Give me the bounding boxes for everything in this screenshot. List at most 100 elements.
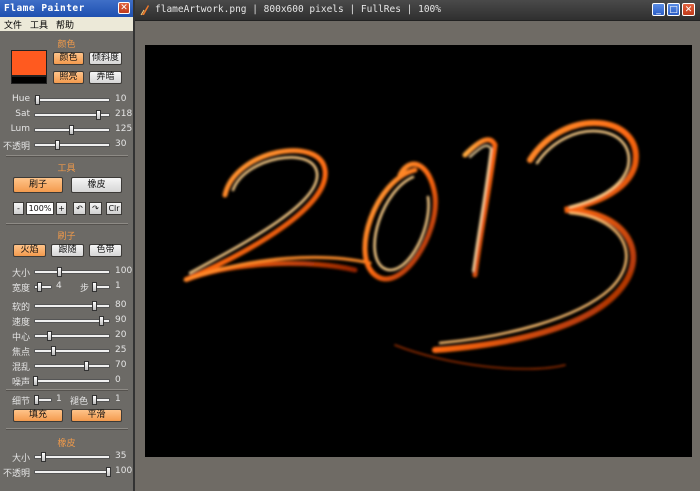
slider-thumb[interactable] (68, 125, 74, 135)
detail-value: 1 (56, 394, 62, 404)
brush-tool-button[interactable]: 刷子 (13, 177, 63, 193)
color-button[interactable]: 颜色 (53, 52, 84, 65)
chaos-slider[interactable] (34, 361, 110, 371)
flame-file-icon (140, 5, 149, 16)
color-swatch[interactable] (11, 50, 47, 76)
sat-slider[interactable] (34, 110, 110, 120)
eraser-opacity-label: 不透明 (2, 469, 30, 479)
maximize-icon[interactable]: □ (667, 3, 680, 16)
slider-thumb[interactable] (47, 331, 53, 341)
noise-label: 噪声 (11, 378, 30, 388)
slider-thumb[interactable] (96, 110, 102, 120)
hue-label: Hue (11, 94, 30, 104)
noise-value: 0 (115, 375, 121, 385)
speed-value: 90 (115, 315, 127, 325)
lum-slider[interactable] (34, 125, 110, 135)
slider-thumb[interactable] (84, 361, 90, 371)
detail-label: 细节 (11, 397, 30, 407)
opacity-slider[interactable] (34, 140, 110, 150)
flame-artwork-canvas[interactable] (145, 45, 692, 457)
panel-title-bar[interactable]: Flame Painter ✕ (0, 0, 133, 17)
eraser-tool-button[interactable]: 橡皮 (71, 177, 122, 193)
step-slider[interactable] (92, 282, 110, 292)
fade-slider[interactable] (92, 395, 110, 405)
eraser-size-value: 35 (115, 451, 127, 461)
width-label: 宽度 (11, 284, 30, 294)
focus-slider[interactable] (34, 346, 110, 356)
speed-label: 速度 (11, 318, 30, 328)
chaos-value: 70 (115, 360, 127, 370)
eraser-header: 橡皮 (57, 439, 76, 449)
chaos-label: 混乱 (11, 363, 30, 373)
divider (6, 389, 128, 391)
slider-thumb[interactable] (91, 301, 97, 311)
center-value: 20 (115, 330, 127, 340)
slider-thumb[interactable] (37, 282, 43, 292)
undo-icon[interactable]: ↶ (73, 202, 86, 215)
step-label: 步 (80, 284, 90, 294)
speed-slider[interactable] (34, 316, 110, 326)
colors-header: 颜色 (57, 40, 76, 50)
width-value: 4 (56, 281, 62, 291)
slider-thumb[interactable] (92, 395, 98, 405)
menu-file[interactable]: 文件 (4, 18, 22, 31)
close-icon[interactable]: ✕ (682, 3, 695, 16)
flame-mode-button[interactable]: 火焰 (13, 244, 46, 257)
softness-slider[interactable] (34, 301, 110, 311)
step-value: 1 (115, 281, 121, 291)
focus-label: 焦点 (11, 348, 30, 358)
canvas-title-bar[interactable]: flameArtwork.png | 800x600 pixels | Full… (135, 0, 700, 21)
size-value: 100 (115, 266, 133, 276)
zoom-value-field[interactable]: 100% (26, 202, 54, 215)
slider-thumb[interactable] (41, 452, 47, 462)
eraser-opacity-slider[interactable] (34, 467, 111, 477)
slider-thumb[interactable] (33, 376, 38, 386)
background-swatch[interactable] (11, 76, 47, 84)
sat-value: 218 (115, 109, 133, 119)
size-label: 大小 (11, 269, 30, 279)
panel-title: Flame Painter (4, 3, 85, 14)
detail-slider[interactable] (34, 395, 52, 405)
focus-value: 25 (115, 345, 127, 355)
noise-slider[interactable] (33, 376, 110, 386)
slider-thumb[interactable] (51, 346, 56, 356)
sat-label: Sat (15, 109, 30, 119)
canvas-window: flameArtwork.png | 800x600 pixels | Full… (135, 0, 700, 491)
zoom-out-button[interactable]: - (13, 202, 24, 215)
slider-thumb[interactable] (34, 95, 40, 105)
width-slider[interactable] (34, 282, 52, 292)
menu-help[interactable]: 帮助 (56, 18, 74, 31)
size-slider[interactable] (34, 267, 110, 277)
slider-thumb[interactable] (34, 395, 40, 405)
fill-button[interactable]: 填充 (13, 409, 63, 422)
slider-thumb[interactable] (106, 467, 111, 477)
menu-tools[interactable]: 工具 (30, 18, 48, 31)
eraser-size-slider[interactable] (34, 452, 110, 462)
center-slider[interactable] (34, 331, 110, 341)
opacity-value: 30 (115, 139, 127, 149)
slider-thumb[interactable] (99, 316, 105, 326)
zoom-in-button[interactable]: + (56, 202, 67, 215)
slider-thumb[interactable] (56, 267, 62, 277)
divider (6, 223, 128, 225)
menu-bar: 文件 工具 帮助 (0, 17, 133, 31)
smooth-button[interactable]: 平滑 (71, 409, 122, 422)
slider-thumb[interactable] (92, 282, 98, 292)
redo-icon[interactable]: ↷ (89, 202, 102, 215)
hue-slider[interactable] (34, 95, 110, 105)
fade-label: 褪色 (70, 397, 89, 407)
brush-header: 刷子 (57, 232, 76, 242)
divider (6, 428, 128, 430)
canvas-title: flameArtwork.png | 800x600 pixels | Full… (155, 4, 441, 15)
panel-close-icon[interactable]: ✕ (118, 2, 130, 14)
minimize-icon[interactable]: _ (652, 3, 665, 16)
darken-button[interactable]: 弄暗 (89, 71, 122, 84)
follow-mode-button[interactable]: 跟随 (51, 244, 84, 257)
slider-thumb[interactable] (54, 140, 60, 150)
eraser-size-label: 大小 (11, 454, 30, 464)
lighten-button[interactable]: 照亮 (53, 71, 84, 84)
lum-value: 125 (115, 124, 133, 134)
clear-button[interactable]: Clr (106, 202, 122, 215)
gradient-button[interactable]: 倾斜度 (89, 52, 122, 65)
ribbon-mode-button[interactable]: 色带 (89, 244, 122, 257)
